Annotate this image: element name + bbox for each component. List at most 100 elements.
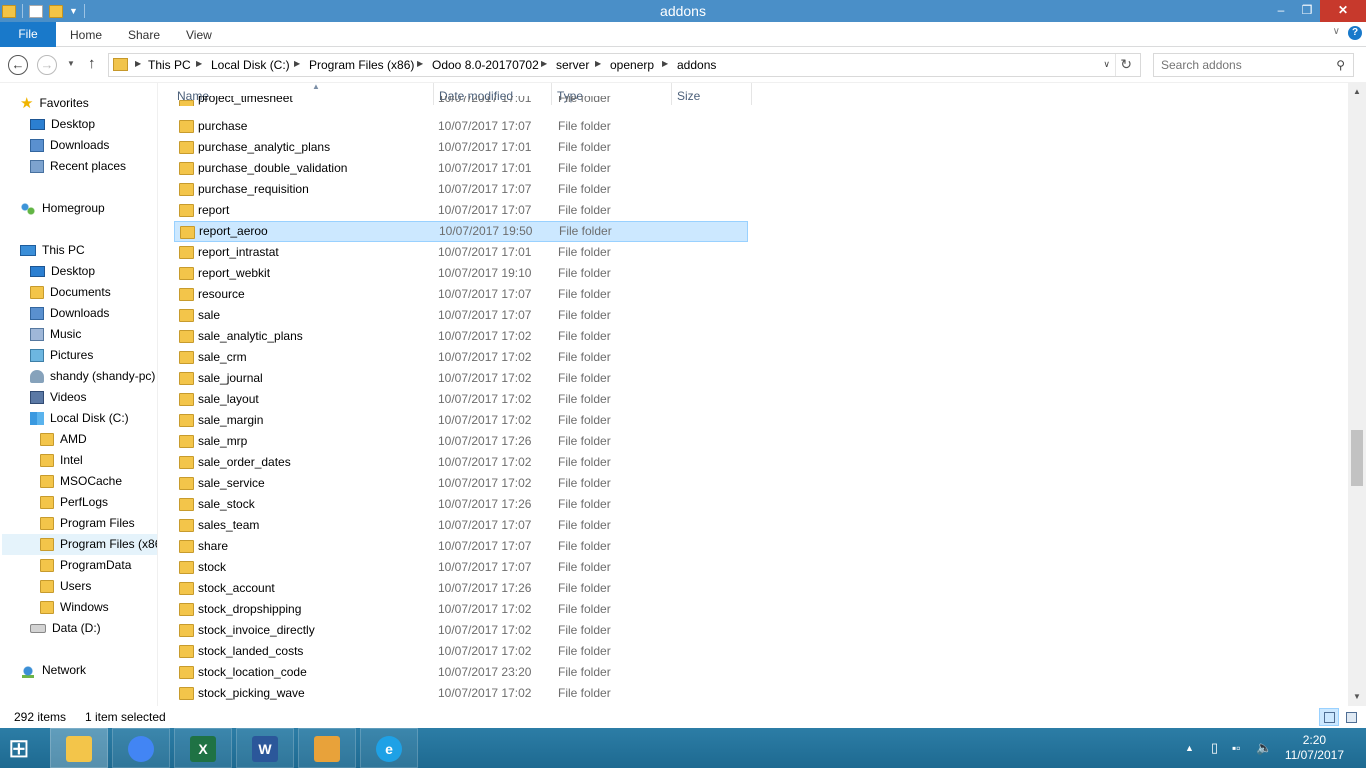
minimize-button[interactable]: – <box>1268 0 1294 22</box>
file-row[interactable]: resource 10/07/2017 17:07 File folder <box>174 284 748 305</box>
chevron-right-icon[interactable]: ▶ <box>595 59 601 68</box>
file-row[interactable]: purchase_analytic_plans 10/07/2017 17:01 F… <box>174 137 748 158</box>
nav-item-downloads[interactable]: Downloads <box>30 135 109 156</box>
nav-item-data-d[interactable]: Data (D:) <box>30 618 101 639</box>
nav-item-desktop[interactable]: Desktop <box>30 114 95 135</box>
nav-item-local-disk-c[interactable]: Local Disk (C:) <box>30 408 129 429</box>
nav-item-amd[interactable]: AMD <box>40 429 87 450</box>
scroll-down-icon[interactable]: ▼ <box>1348 688 1366 706</box>
file-row[interactable]: purchase 10/07/2017 17:07 File folder <box>174 116 748 137</box>
excel-taskbar-button[interactable]: X <box>174 728 232 768</box>
file-explorer-taskbar-button[interactable] <box>50 728 108 768</box>
nav-item-programdata[interactable]: ProgramData <box>40 555 131 576</box>
address-dropdown-icon[interactable]: ∨ <box>1103 59 1110 70</box>
breadcrumb-program-files-x86[interactable]: Program Files (x86) <box>309 58 414 72</box>
search-icon[interactable]: ⚲ <box>1336 58 1345 72</box>
nav-item-perflogs[interactable]: PerfLogs <box>40 492 108 513</box>
vertical-scrollbar[interactable]: ▲ ▼ <box>1348 83 1366 706</box>
large-icons-view-button[interactable] <box>1341 708 1361 726</box>
chevron-right-icon[interactable]: ▶ <box>541 59 547 68</box>
nav-item-documents[interactable]: Documents <box>30 282 111 303</box>
file-row[interactable]: stock_landed_costs 10/07/2017 17:02 File f… <box>174 641 748 662</box>
file-row[interactable]: sale 10/07/2017 17:07 File folder <box>174 305 748 326</box>
nav-item-program-files[interactable]: Program Files <box>40 513 135 534</box>
nav-item-program-files-x86[interactable]: Program Files (x86 <box>2 534 157 555</box>
file-row[interactable]: sale_mrp 10/07/2017 17:26 File folder <box>174 431 748 452</box>
forward-button[interactable]: → <box>37 55 57 75</box>
nav-item-music[interactable]: Music <box>30 324 81 345</box>
tab-home[interactable]: Home <box>70 22 102 47</box>
scroll-up-icon[interactable]: ▲ <box>1348 83 1366 101</box>
file-row[interactable]: sale_layout 10/07/2017 17:02 File folder <box>174 389 748 410</box>
file-row[interactable]: report 10/07/2017 17:07 File folder <box>174 200 748 221</box>
file-row[interactable]: stock_location_code 10/07/2017 23:20 File … <box>174 662 748 683</box>
breadcrumb-this-pc[interactable]: This PC <box>148 58 191 72</box>
tab-view[interactable]: View <box>186 22 212 47</box>
maximize-button[interactable]: ❒ <box>1294 0 1320 22</box>
file-row[interactable]: sale_service 10/07/2017 17:02 File folder <box>174 473 748 494</box>
device-icon[interactable]: ▯ <box>1211 728 1218 768</box>
chevron-right-icon[interactable]: ▶ <box>135 59 141 68</box>
file-row[interactable]: sale_journal 10/07/2017 17:02 File folder <box>174 368 748 389</box>
file-row[interactable]: sale_analytic_plans 10/07/2017 17:02 File … <box>174 326 748 347</box>
paint-taskbar-button[interactable] <box>298 728 356 768</box>
nav-item-windows[interactable]: Windows <box>40 597 109 618</box>
word-taskbar-button[interactable]: W <box>236 728 294 768</box>
internet-explorer-taskbar-button[interactable]: e <box>360 728 418 768</box>
recent-locations-dropdown[interactable]: ▼ <box>67 59 75 68</box>
file-row[interactable]: purchase_double_validation 10/07/2017 17:… <box>174 158 748 179</box>
nav-item-shandy-shandy-pc[interactable]: shandy (shandy-pc) <box>30 366 155 387</box>
nav-item-videos[interactable]: Videos <box>30 387 86 408</box>
expand-ribbon-icon[interactable]: ∨ <box>1333 26 1340 37</box>
file-row[interactable]: report_webkit 10/07/2017 19:10 File folder <box>174 263 748 284</box>
nav-item-downloads[interactable]: Downloads <box>30 303 109 324</box>
file-row[interactable]: stock_dropshipping 10/07/2017 17:02 File f… <box>174 599 748 620</box>
breadcrumb-openerp[interactable]: openerp <box>610 58 654 72</box>
nav-item-homegroup[interactable]: Homegroup <box>20 198 105 219</box>
close-button[interactable]: ✕ <box>1320 0 1366 22</box>
search-input[interactable] <box>1161 58 1331 72</box>
clock[interactable]: 2:20 11/07/2017 <box>1285 733 1344 763</box>
nav-item-favorites[interactable]: ★ Favorites <box>20 93 89 114</box>
file-row[interactable]: stock_account 10/07/2017 17:26 File folder <box>174 578 748 599</box>
file-row[interactable]: report_aeroo 10/07/2017 19:50 File folder <box>174 221 748 242</box>
nav-item-intel[interactable]: Intel <box>40 450 83 471</box>
file-row[interactable]: sale_stock 10/07/2017 17:26 File folder <box>174 494 748 515</box>
chevron-right-icon[interactable]: ▶ <box>662 59 668 68</box>
file-row[interactable]: sale_crm 10/07/2017 17:02 File folder <box>174 347 748 368</box>
file-row[interactable]: stock 10/07/2017 17:07 File folder <box>174 557 748 578</box>
details-view-button[interactable] <box>1319 708 1339 726</box>
nav-item-msocache[interactable]: MSOCache <box>40 471 122 492</box>
breadcrumb-addons[interactable]: addons <box>677 58 716 72</box>
file-row[interactable]: share 10/07/2017 17:07 File folder <box>174 536 748 557</box>
volume-icon[interactable]: 🔈 <box>1256 728 1272 768</box>
tab-share[interactable]: Share <box>128 22 160 47</box>
tab-file[interactable]: File <box>0 22 56 47</box>
nav-item-pictures[interactable]: Pictures <box>30 345 93 366</box>
file-row[interactable]: project_timesheet 10/07/2017 17:01 File fo… <box>174 96 748 106</box>
file-row[interactable]: sale_margin 10/07/2017 17:02 File folder <box>174 410 748 431</box>
file-row[interactable]: report_intrastat 10/07/2017 17:01 File fol… <box>174 242 748 263</box>
file-row[interactable]: stock_invoice_directly 10/07/2017 17:02 Fi… <box>174 620 748 641</box>
chevron-right-icon[interactable]: ▶ <box>417 59 423 68</box>
nav-item-desktop[interactable]: Desktop <box>30 261 95 282</box>
search-box[interactable]: ⚲ <box>1153 53 1354 77</box>
nav-item-this-pc[interactable]: This PC <box>20 240 85 261</box>
file-row[interactable]: purchase_requisition 10/07/2017 17:07 File… <box>174 179 748 200</box>
refresh-icon[interactable]: ↻ <box>1120 56 1132 73</box>
address-bar[interactable]: ▶ This PC ▶ Local Disk (C:) ▶ Program Fi… <box>108 53 1141 77</box>
help-icon[interactable]: ? <box>1348 26 1362 40</box>
file-row[interactable]: stock_picking_wave 10/07/2017 17:02 File f… <box>174 683 748 704</box>
chrome-taskbar-button[interactable] <box>112 728 170 768</box>
back-button[interactable]: ← <box>8 55 28 75</box>
nav-item-recent-places[interactable]: Recent places <box>30 156 126 177</box>
network-signal-icon[interactable]: ▪▫ <box>1232 728 1241 768</box>
up-button[interactable]: ↑ <box>88 55 96 72</box>
show-hidden-icons[interactable]: ▲ <box>1185 728 1194 768</box>
breadcrumb-local-disk[interactable]: Local Disk (C:) <box>211 58 290 72</box>
breadcrumb-server[interactable]: server <box>556 58 589 72</box>
file-row[interactable]: sales_team 10/07/2017 17:07 File folder <box>174 515 748 536</box>
file-row[interactable]: sale_order_dates 10/07/2017 17:02 File fol… <box>174 452 748 473</box>
chevron-right-icon[interactable]: ▶ <box>294 59 300 68</box>
nav-item-network[interactable]: Network <box>20 660 86 681</box>
